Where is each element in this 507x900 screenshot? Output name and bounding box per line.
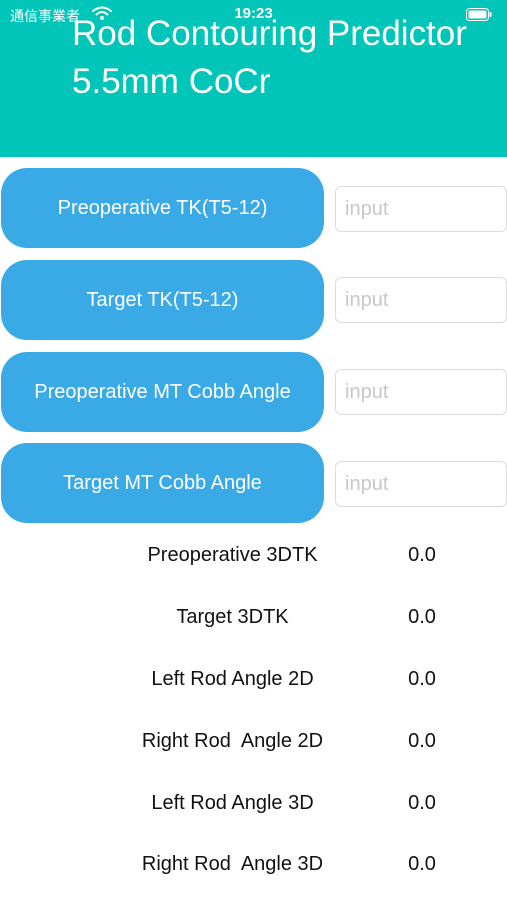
target-3dtk-label: Target 3DTK — [176, 606, 289, 628]
app-title: Rod Contouring Predictor 5.5mm CoCr — [72, 14, 467, 101]
target-tk-button[interactable]: Target TK(T5-12) — [1, 260, 324, 340]
preoperative-3dtk-value: 0.0 — [408, 544, 436, 566]
right-rod-angle-2d-value: 0.0 — [408, 730, 436, 752]
left-rod-angle-2d-value: 0.0 — [408, 668, 436, 690]
preoperative-mt-cobb-input[interactable] — [335, 369, 507, 415]
left-rod-angle-3d-label: Left Rod Angle 3D — [151, 792, 314, 814]
preoperative-mt-cobb-button[interactable]: Preoperative MT Cobb Angle — [1, 352, 324, 432]
preoperative-3dtk-label: Preoperative 3DTK — [147, 544, 318, 566]
target-mt-cobb-input[interactable] — [335, 461, 507, 507]
target-3dtk-value: 0.0 — [408, 606, 436, 628]
right-rod-angle-3d-label: Right Rod Angle 3D — [141, 853, 324, 875]
right-rod-angle-3d-value: 0.0 — [408, 853, 436, 875]
app-header: 通信事業者 19:23 Rod Contouring Predictor 5.5… — [0, 0, 507, 157]
target-tk-input[interactable] — [335, 277, 507, 323]
right-rod-angle-2d-label: Right Rod Angle 2D — [141, 730, 324, 752]
preoperative-tk-input[interactable] — [335, 186, 507, 232]
target-mt-cobb-button[interactable]: Target MT Cobb Angle — [1, 443, 324, 523]
left-rod-angle-2d-label: Left Rod Angle 2D — [151, 668, 314, 690]
left-rod-angle-3d-value: 0.0 — [408, 792, 436, 814]
preoperative-tk-button[interactable]: Preoperative TK(T5-12) — [1, 168, 324, 248]
